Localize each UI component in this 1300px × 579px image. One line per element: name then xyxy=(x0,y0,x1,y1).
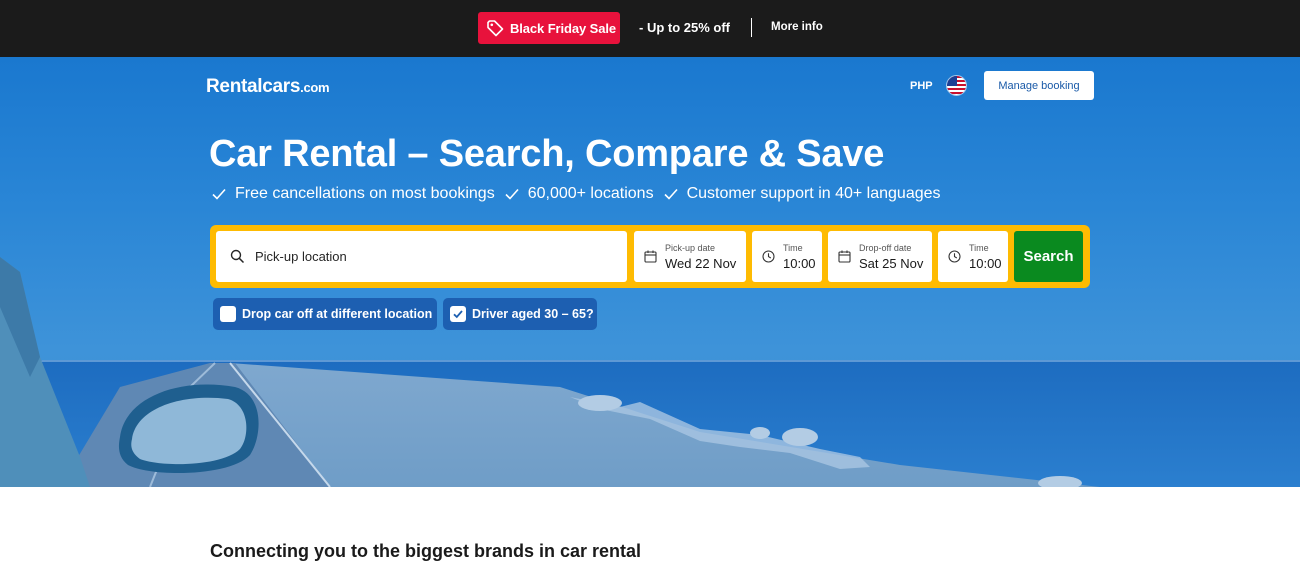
dropoff-time-field[interactable]: Time 10:00 xyxy=(938,231,1008,282)
different-dropoff-label: Drop car off at different location xyxy=(242,307,433,321)
us-flag-icon[interactable] xyxy=(946,75,967,96)
pickup-time-field[interactable]: Time 10:00 xyxy=(752,231,822,282)
search-icon xyxy=(230,249,245,264)
dropoff-time-value: 10:00 xyxy=(969,255,1002,271)
dropoff-date-label: Drop-off date xyxy=(859,242,912,253)
currency-selector[interactable]: PHP xyxy=(910,80,933,92)
driver-age-checkbox[interactable] xyxy=(450,306,466,322)
usp-item: Customer support in 40+ languages xyxy=(663,185,941,203)
search-form: Pick-up date Wed 22 Nov Time 10:00 Drop-… xyxy=(210,225,1090,288)
pickup-time-label: Time xyxy=(783,242,803,253)
check-icon xyxy=(663,186,679,202)
dropoff-date-field[interactable]: Drop-off date Sat 25 Nov xyxy=(828,231,932,282)
pickup-location-input[interactable] xyxy=(255,249,615,264)
pickup-date-label: Pick-up date xyxy=(665,242,716,253)
logo-wordmark: Rentalcars xyxy=(206,76,301,97)
usp-label: Free cancellations on most bookings xyxy=(235,185,495,202)
pickup-time-value: 10:00 xyxy=(783,255,816,271)
checkmark-icon xyxy=(453,310,463,319)
clock-icon xyxy=(762,250,775,263)
pickup-location-field[interactable] xyxy=(216,231,627,282)
brands-heading: Connecting you to the biggest brands in … xyxy=(210,541,642,561)
rentalcars-logo[interactable]: Rentalcars.com xyxy=(206,76,330,98)
promo-divider xyxy=(751,18,752,37)
dropoff-time-label: Time xyxy=(969,242,989,253)
usp-item: Free cancellations on most bookings xyxy=(211,185,495,203)
usp-list: Free cancellations on most bookings 60,0… xyxy=(211,185,950,203)
pickup-date-value: Wed 22 Nov xyxy=(665,255,737,271)
search-button[interactable]: Search xyxy=(1014,231,1083,282)
promo-bar: Black Friday Sale - Up to 25% off More i… xyxy=(0,0,1300,57)
usp-label: Customer support in 40+ languages xyxy=(686,185,941,202)
hero-section: Rentalcars.com PHP Manage booking Car Re… xyxy=(0,57,1300,487)
manage-booking-button[interactable]: Manage booking xyxy=(984,71,1094,100)
driver-age-option[interactable]: Driver aged 30 – 65? xyxy=(443,298,597,330)
pickup-date-field[interactable]: Pick-up date Wed 22 Nov xyxy=(634,231,746,282)
check-icon xyxy=(211,186,227,202)
tag-icon xyxy=(485,18,505,38)
black-friday-badge[interactable]: Black Friday Sale xyxy=(478,12,620,44)
page-title: Car Rental – Search, Compare & Save xyxy=(209,133,885,175)
calendar-icon xyxy=(644,250,657,263)
different-dropoff-option[interactable]: Drop car off at different location xyxy=(213,298,437,330)
driver-age-label: Driver aged 30 – 65? xyxy=(472,307,594,321)
logo-suffix: .com xyxy=(300,80,330,95)
promo-badge-label: Black Friday Sale xyxy=(510,20,616,36)
calendar-icon xyxy=(838,250,851,263)
more-info-link[interactable]: More info xyxy=(771,21,823,33)
usp-label: 60,000+ locations xyxy=(527,185,654,202)
promo-discount-text: - Up to 25% off xyxy=(639,20,730,35)
check-icon xyxy=(504,186,520,202)
usp-item: 60,000+ locations xyxy=(504,185,654,203)
clock-icon xyxy=(948,250,961,263)
dropoff-date-value: Sat 25 Nov xyxy=(859,255,924,271)
different-dropoff-checkbox[interactable] xyxy=(220,306,236,322)
